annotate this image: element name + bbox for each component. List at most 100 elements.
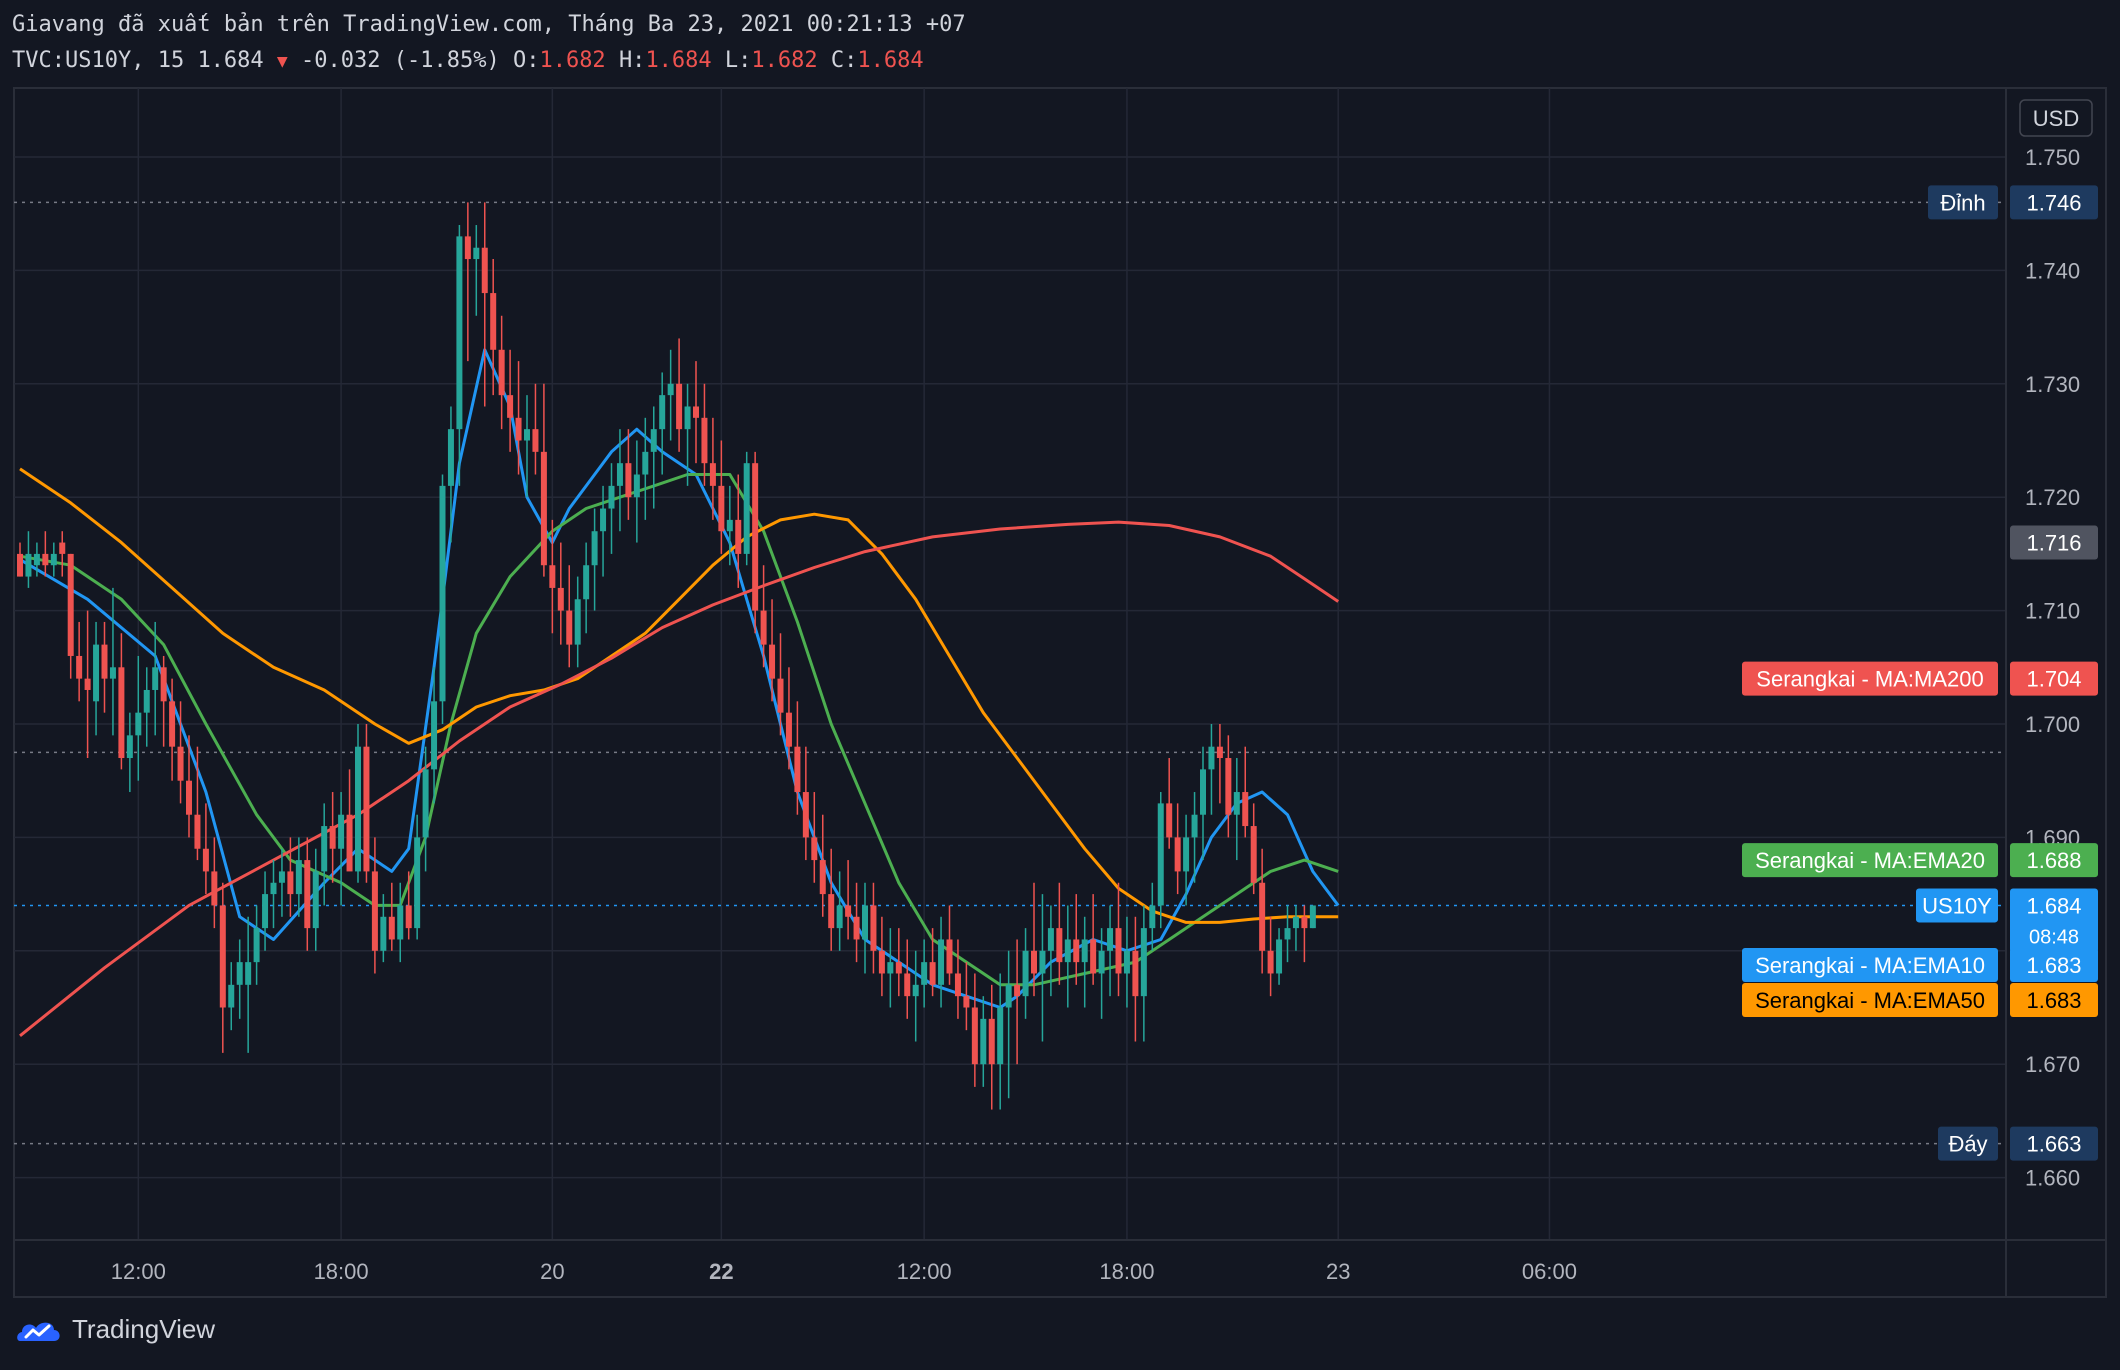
candle bbox=[997, 973, 1004, 1110]
candle-body bbox=[194, 814, 201, 849]
candle bbox=[583, 542, 590, 634]
candle-body bbox=[1250, 826, 1257, 883]
candle-body bbox=[1208, 746, 1215, 770]
top-value: 1.746 bbox=[2026, 190, 2081, 215]
candle bbox=[50, 542, 57, 577]
candle-body bbox=[456, 236, 463, 430]
candle bbox=[625, 429, 632, 520]
candle bbox=[980, 996, 987, 1087]
candle-body bbox=[388, 916, 395, 940]
tradingview-brand: TradingView bbox=[72, 1314, 216, 1344]
bottom-value: 1.663 bbox=[2026, 1132, 2081, 1157]
candle bbox=[245, 916, 252, 1053]
candle bbox=[211, 837, 218, 929]
candle bbox=[270, 860, 277, 929]
candle bbox=[1174, 803, 1181, 895]
candle-body bbox=[355, 746, 361, 872]
candle-body bbox=[152, 667, 159, 690]
candle-body bbox=[845, 905, 852, 917]
price-tags: Đỉnh 1.746 Đáy 1.663 1.716 Serangkai - MA:MA2… bbox=[1742, 185, 2098, 1161]
candle bbox=[498, 315, 505, 430]
candle-body bbox=[76, 655, 83, 679]
candle bbox=[1242, 746, 1249, 838]
candle bbox=[1309, 905, 1316, 929]
candle-body bbox=[1267, 950, 1274, 974]
candle-body bbox=[862, 905, 868, 940]
candle-body bbox=[397, 905, 404, 940]
candle bbox=[42, 531, 49, 577]
candle-body bbox=[338, 814, 345, 849]
candle-body bbox=[608, 485, 615, 509]
candle-body bbox=[718, 485, 725, 532]
candle bbox=[650, 406, 657, 509]
candle bbox=[600, 485, 607, 577]
x-tick-label: 18:00 bbox=[314, 1259, 369, 1284]
candle-body bbox=[760, 610, 767, 645]
top-label: Đỉnh bbox=[1940, 190, 1985, 215]
candle-body bbox=[202, 848, 209, 872]
candle bbox=[1233, 758, 1240, 861]
candle bbox=[878, 916, 885, 997]
candle-body bbox=[684, 406, 691, 430]
candle bbox=[101, 621, 108, 713]
price-chart[interactable]: 1.7501.7401.7301.7201.7101.7001.6901.680… bbox=[0, 0, 2120, 1370]
candle bbox=[1056, 882, 1063, 985]
candle bbox=[1039, 894, 1046, 1042]
candle bbox=[718, 440, 725, 554]
candle-body bbox=[954, 973, 961, 997]
candle bbox=[862, 882, 868, 974]
candle-body bbox=[1132, 950, 1139, 997]
candle-body bbox=[802, 792, 809, 838]
candle-body bbox=[1140, 928, 1147, 997]
candle bbox=[278, 848, 285, 917]
candle-body bbox=[929, 962, 936, 985]
candle bbox=[321, 803, 328, 906]
candle bbox=[591, 508, 598, 611]
x-tick-label: 23 bbox=[1326, 1259, 1350, 1284]
candle bbox=[1123, 916, 1130, 1008]
candle-body bbox=[549, 565, 556, 588]
candle bbox=[481, 202, 488, 407]
candle bbox=[1157, 792, 1164, 929]
candle bbox=[743, 451, 750, 566]
candle-body bbox=[380, 916, 387, 951]
candle bbox=[912, 950, 919, 1042]
candle-body bbox=[667, 383, 674, 396]
candle-body bbox=[143, 689, 150, 713]
candle-body bbox=[473, 247, 480, 260]
candle-body bbox=[118, 667, 125, 759]
candle-body bbox=[693, 406, 699, 418]
candle-body bbox=[600, 508, 607, 532]
candle-body bbox=[1123, 950, 1130, 974]
candle-body bbox=[1157, 803, 1164, 906]
candle bbox=[67, 553, 74, 679]
candle bbox=[1166, 758, 1173, 849]
ema10-value: 1.683 bbox=[2026, 953, 2081, 978]
candle-body bbox=[371, 871, 378, 951]
candle bbox=[532, 383, 539, 475]
candle-body bbox=[1098, 950, 1105, 974]
candle bbox=[76, 621, 83, 702]
candle bbox=[414, 814, 421, 940]
candle bbox=[828, 848, 835, 951]
candle bbox=[693, 361, 699, 464]
candle-body bbox=[625, 463, 632, 498]
candle-body bbox=[1090, 939, 1097, 974]
tradingview-footer[interactable]: TradingView bbox=[16, 1314, 215, 1345]
candle bbox=[921, 939, 928, 1008]
candle-body bbox=[1166, 803, 1173, 838]
candle bbox=[17, 542, 23, 577]
candle bbox=[802, 746, 809, 861]
candle-body bbox=[980, 1018, 987, 1065]
candle bbox=[228, 962, 235, 1031]
candle bbox=[439, 474, 446, 724]
candle bbox=[971, 973, 978, 1087]
x-tick-label: 18:00 bbox=[1099, 1259, 1154, 1284]
candle-body bbox=[963, 996, 970, 1008]
candle bbox=[608, 463, 615, 554]
candle bbox=[253, 905, 260, 985]
candle bbox=[135, 655, 142, 781]
candle bbox=[363, 724, 370, 883]
candle-body bbox=[25, 553, 32, 577]
candle bbox=[1284, 905, 1291, 963]
